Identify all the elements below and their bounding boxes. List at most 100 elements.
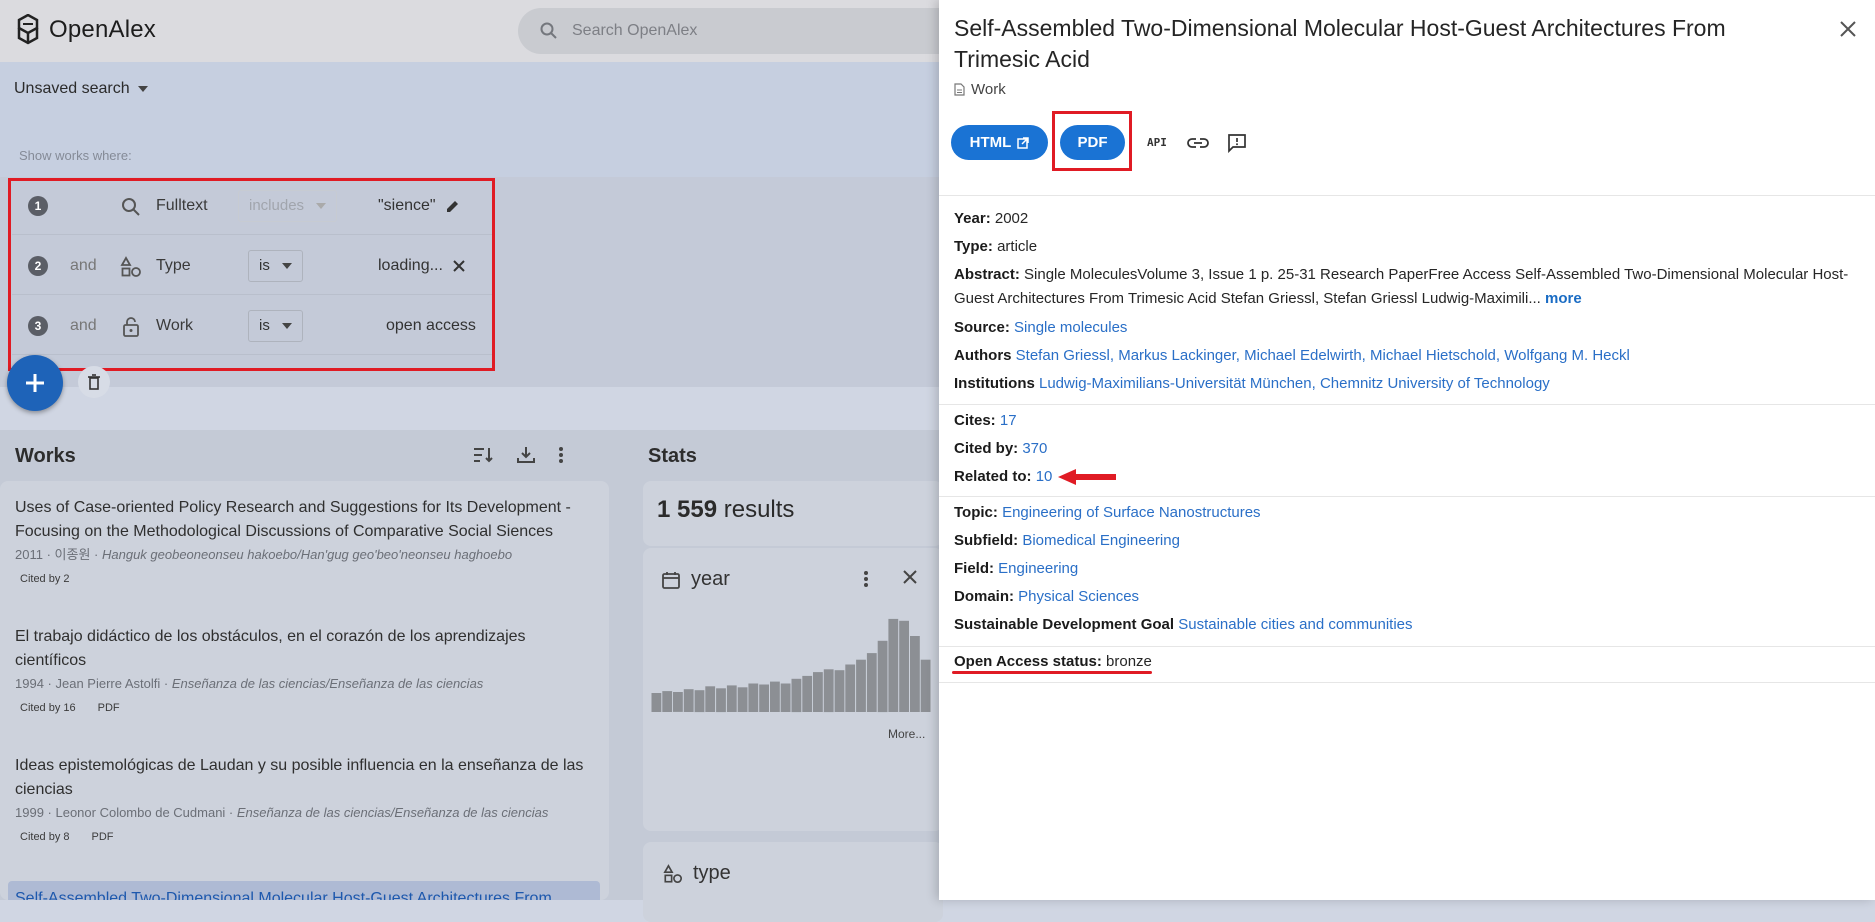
field-label: Related to: xyxy=(954,468,1032,485)
api-button[interactable]: API xyxy=(1147,136,1167,149)
histogram-bar xyxy=(910,636,920,712)
abstract-more-link[interactable]: more xyxy=(1545,290,1582,307)
histogram-bar xyxy=(813,672,823,712)
year-stats-card: year More... xyxy=(643,548,943,831)
field-cites: Cites: 17 xyxy=(954,409,1854,433)
author-link[interactable]: Stefan Griessl, xyxy=(1016,347,1114,364)
domain-link[interactable]: Physical Sciences xyxy=(1018,588,1139,605)
histogram-bar xyxy=(834,670,845,712)
author-link[interactable]: Michael Hietschold, xyxy=(1370,347,1500,364)
divider xyxy=(939,682,1875,683)
app-logo[interactable]: OpenAlex xyxy=(15,14,156,46)
institution-link[interactable]: Ludwig-Maximilians-Universität München, xyxy=(1039,375,1316,392)
divider xyxy=(939,195,1875,196)
type-card-header: type xyxy=(663,862,731,885)
html-button[interactable]: HTML xyxy=(951,125,1048,160)
histogram-bar xyxy=(726,685,737,712)
subfield-link[interactable]: Biomedical Engineering xyxy=(1022,532,1180,549)
work-title[interactable]: Ideas epistemológicas de Laudan y su pos… xyxy=(15,754,600,802)
work-list-item-selected[interactable]: Self-Assembled Two-Dimensional Molecular… xyxy=(8,881,600,900)
work-badges: Cited by 16 PDF xyxy=(15,699,600,717)
field-label: Subfield: xyxy=(954,532,1019,549)
sdg-link[interactable]: Sustainable cities and communities xyxy=(1178,616,1412,633)
topic-link[interactable]: Engineering of Surface Nanostructures xyxy=(1002,504,1260,521)
work-list-item[interactable]: El trabajo didáctico de los obstáculos, … xyxy=(15,625,600,717)
close-icon[interactable] xyxy=(903,570,917,584)
histogram-bar xyxy=(823,669,834,713)
work-meta: 2011 · 이종원 · Hanguk geobeoneonseu hakoeb… xyxy=(15,547,513,562)
divider xyxy=(939,646,1875,647)
histogram-bar xyxy=(748,683,759,712)
more-vert-icon[interactable] xyxy=(863,570,869,588)
cited-by-badge[interactable]: Cited by 16 xyxy=(15,699,81,717)
work-title[interactable]: El trabajo didáctico de los obstáculos, … xyxy=(15,625,600,673)
work-title[interactable]: Self-Assembled Two-Dimensional Molecular… xyxy=(15,887,593,900)
year-histogram xyxy=(651,618,931,713)
histogram-bar xyxy=(877,640,888,713)
field-abstract: Abstract: Single MoleculesVolume 3, Issu… xyxy=(954,263,1854,311)
entity-type: Work xyxy=(954,81,1006,98)
field-link[interactable]: Engineering xyxy=(998,560,1078,577)
work-authors: 이종원 xyxy=(54,547,91,562)
annotation-box-filters xyxy=(8,178,495,371)
cited-by-link[interactable]: 370 xyxy=(1022,440,1047,457)
work-title[interactable]: Uses of Case-oriented Policy Research an… xyxy=(15,496,600,544)
delete-filters-button[interactable] xyxy=(78,366,110,398)
report-issue-button[interactable] xyxy=(1227,133,1247,153)
histogram-bar xyxy=(899,620,909,712)
more-vert-icon[interactable] xyxy=(558,446,564,464)
unsaved-search-menu[interactable]: Unsaved search xyxy=(14,80,148,98)
entity-type-label: Work xyxy=(971,81,1006,98)
author-link[interactable]: Markus Lackinger, xyxy=(1118,347,1240,364)
histogram-bar xyxy=(856,659,866,712)
annotation-underline xyxy=(952,671,1152,674)
feedback-icon xyxy=(1228,133,1246,153)
results-count: 1 559 results xyxy=(643,481,943,546)
histogram-bar xyxy=(662,691,673,712)
histogram-bar xyxy=(780,683,791,712)
download-icon[interactable] xyxy=(516,445,536,465)
field-topic: Topic: Engineering of Surface Nanostruct… xyxy=(954,501,1854,525)
field-label: Cites: xyxy=(954,412,996,429)
histogram-bar xyxy=(694,690,705,713)
source-link[interactable]: Single molecules xyxy=(1014,319,1127,336)
sort-icon[interactable] xyxy=(472,445,494,465)
field-cited-by: Cited by: 370 xyxy=(954,437,1854,461)
close-icon[interactable] xyxy=(1839,20,1857,38)
annotation-box-pdf xyxy=(1052,111,1132,171)
author-link[interactable]: Michael Edelwirth, xyxy=(1244,347,1366,364)
year-more-link[interactable]: More... xyxy=(888,727,925,741)
add-filter-button[interactable] xyxy=(7,355,63,411)
related-link[interactable]: 10 xyxy=(1036,468,1053,485)
work-title: Self-Assembled Two-Dimensional Molecular… xyxy=(954,15,1726,72)
histogram-bar xyxy=(845,664,856,712)
work-meta: 1994 · Jean Pierre Astolfi · Enseñanza d… xyxy=(15,676,484,691)
document-icon xyxy=(954,83,965,96)
type-stats-card: type xyxy=(643,842,943,922)
work-list-item[interactable]: Ideas epistemológicas de Laudan y su pos… xyxy=(15,754,600,846)
type-icon xyxy=(663,863,682,883)
histogram-bar xyxy=(716,688,726,713)
cited-by-badge[interactable]: Cited by 2 xyxy=(15,570,75,588)
work-year: 2011 xyxy=(15,547,43,562)
cited-by-badge[interactable]: Cited by 8 xyxy=(15,828,75,846)
link-icon xyxy=(1186,137,1209,148)
works-toolbar xyxy=(472,445,564,465)
cites-link[interactable]: 17 xyxy=(1000,412,1017,429)
field-label: Authors xyxy=(954,347,1012,364)
work-authors: Jean Pierre Astolfi xyxy=(55,676,161,691)
author-link[interactable]: Wolfgang M. Heckl xyxy=(1504,347,1630,364)
divider xyxy=(939,496,1875,497)
field-label: Domain: xyxy=(954,588,1014,605)
work-list-item[interactable]: Uses of Case-oriented Policy Research an… xyxy=(15,496,600,588)
search-placeholder[interactable]: Search OpenAlex xyxy=(572,22,697,40)
histogram-bar xyxy=(683,689,694,712)
field-value: bronze xyxy=(1106,653,1152,670)
histogram-bar xyxy=(888,618,899,712)
copy-link-button[interactable] xyxy=(1186,137,1209,149)
field-value: Single MoleculesVolume 3, Issue 1 p. 25-… xyxy=(954,266,1849,307)
histogram-bar xyxy=(737,687,748,712)
institution-link[interactable]: Chemnitz University of Technology xyxy=(1320,375,1550,392)
pdf-badge[interactable]: PDF xyxy=(87,828,119,846)
pdf-badge[interactable]: PDF xyxy=(93,699,125,717)
